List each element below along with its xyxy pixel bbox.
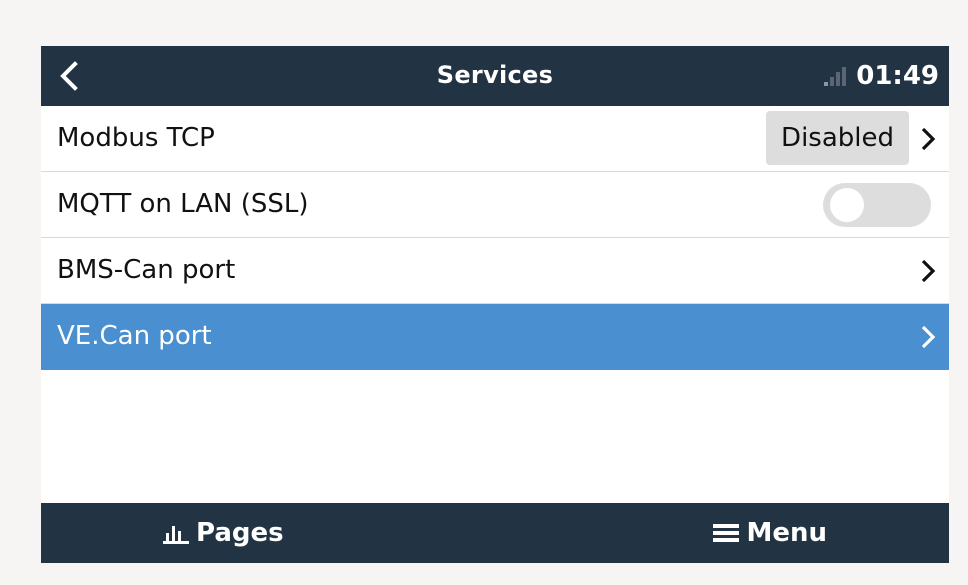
row-modbus-tcp[interactable]: Modbus TCP Disabled: [41, 106, 949, 172]
device-screen: Services 01:49 Modbus TCP Disabled MQTT …: [41, 46, 949, 563]
modbus-status-value: Disabled: [766, 111, 909, 165]
chevron-right-icon: [921, 325, 936, 349]
bottom-bar: Pages Menu: [41, 503, 949, 563]
pages-button[interactable]: Pages: [163, 503, 284, 563]
row-label: MQTT on LAN (SSL): [57, 189, 309, 219]
value-text: Disabled: [781, 123, 894, 153]
toggle-knob: [830, 188, 864, 222]
signal-strength-icon: [824, 67, 847, 86]
pages-label: Pages: [196, 518, 284, 548]
mqtt-ssl-toggle[interactable]: [823, 183, 931, 227]
row-label: Modbus TCP: [57, 123, 215, 153]
row-ve-can-port[interactable]: VE.Can port: [41, 304, 949, 370]
row-bms-can-port[interactable]: BMS-Can port: [41, 238, 949, 304]
bar-chart-icon: [163, 526, 189, 544]
page-title: Services: [436, 61, 554, 89]
chevron-right-icon: [921, 127, 936, 151]
row-mqtt-ssl[interactable]: MQTT on LAN (SSL): [41, 172, 949, 238]
row-label: VE.Can port: [57, 321, 212, 351]
menu-button[interactable]: Menu: [713, 503, 827, 563]
hamburger-menu-icon: [713, 524, 740, 542]
menu-label: Menu: [746, 518, 827, 548]
chevron-right-icon: [921, 259, 936, 283]
services-list: Modbus TCP Disabled MQTT on LAN (SSL) BM…: [41, 106, 949, 370]
top-bar: Services 01:49: [41, 46, 949, 106]
row-label: BMS-Can port: [57, 255, 236, 285]
clock: 01:49: [856, 61, 939, 91]
status-area: 01:49: [824, 58, 939, 94]
